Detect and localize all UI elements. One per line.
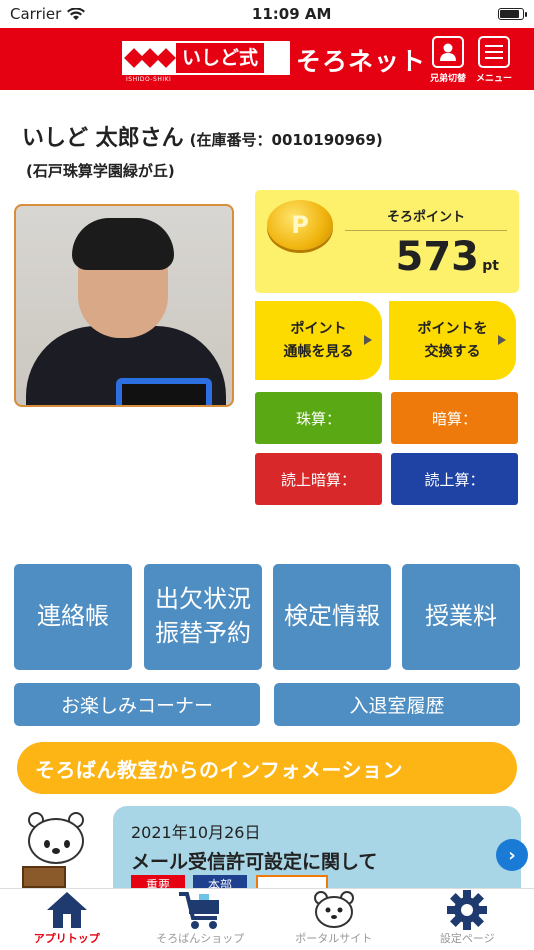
passbook-line1: ポイント <box>290 321 347 338</box>
contact-book-button[interactable]: 連絡帳 <box>14 564 132 670</box>
attendance-button[interactable]: 出欠状況 振替予約 <box>144 564 262 670</box>
bear-mascot <box>16 808 94 888</box>
student-info: いしど 太郎さん (在庫番号：0010190969) (石戸珠算学園緑が丘) <box>0 90 534 181</box>
wifi-icon <box>67 7 86 20</box>
student-photo <box>14 204 234 407</box>
battery-icon <box>497 8 527 20</box>
attendance-line1: 出欠状況 <box>155 585 251 614</box>
tab-app-top[interactable]: アプリトップ <box>0 889 134 950</box>
exchange-points-button[interactable]: ポイントを 交換する <box>389 301 516 380</box>
status-bar: Carrier 11:09 AM <box>0 0 534 28</box>
news-date: 2021年10月26日 <box>131 823 261 842</box>
menu-label: メニュー <box>475 74 512 84</box>
gear-icon <box>447 890 488 930</box>
exam-info-button[interactable]: 検定情報 <box>273 564 391 670</box>
news-item[interactable]: 2021年10月26日 メール受信許可設定に関して 重要 本部 <box>113 806 521 896</box>
app-header: いしど式 ISHIDO-SHIKI そろネット 兄弟切替 メニュー <box>0 28 534 90</box>
student-number: (在庫番号：0010190969) <box>189 131 383 149</box>
tab-settings-label: 設定ページ <box>439 932 495 945</box>
exchange-line2: 交換する <box>424 343 481 360</box>
points-label: そろポイント <box>345 206 507 231</box>
brand-logo: いしど式 ISHIDO-SHIKI <box>122 41 290 83</box>
points-card: P そろポイント 573 pt <box>255 190 519 293</box>
points-value: 573 <box>395 234 480 280</box>
tab-portal-label: ポータルサイト <box>295 932 373 945</box>
news-title: メール受信許可設定に関して <box>131 851 378 873</box>
fun-corner-button[interactable]: お楽しみコーナー <box>14 683 260 726</box>
skill-soroban-label: 珠算： <box>295 409 341 428</box>
chevron-right-icon[interactable]: › <box>496 839 528 871</box>
attendance-line2: 振替予約 <box>155 619 251 647</box>
student-name-line: いしど 太郎さん (在庫番号：0010190969) <box>22 120 512 152</box>
sibling-switch-label: 兄弟切替 <box>429 74 466 84</box>
clock: 11:09 AM <box>251 5 332 23</box>
app-title: そろネット <box>296 47 427 76</box>
entry-history-label: 入退室履歴 <box>349 695 445 717</box>
logo-marks <box>124 48 176 68</box>
carrier-label: Carrier <box>10 5 62 23</box>
exam-info-label: 検定情報 <box>284 602 380 631</box>
entry-history-button[interactable]: 入退室履歴 <box>274 683 520 726</box>
skill-readout-label: 読上算： <box>424 470 485 489</box>
skill-anzan-label: 暗算： <box>431 409 477 428</box>
logo-subtext: ISHIDO-SHIKI <box>126 76 172 83</box>
fun-corner-label: お楽しみコーナー <box>60 695 213 717</box>
tab-bar: アプリトップ そろばんショップ ポータルサイト 設定ページ <box>0 888 534 950</box>
tab-settings[interactable]: 設定ページ <box>401 889 534 950</box>
exchange-line1: ポイントを <box>417 321 488 338</box>
person-icon <box>440 43 456 61</box>
coin-icon: P <box>267 200 333 250</box>
tab-shop-label: そろばんショップ <box>156 932 245 945</box>
bear-icon <box>313 891 354 928</box>
student-name: いしど 太郎さん <box>22 126 184 151</box>
play-arrow-icon <box>498 335 506 345</box>
play-arrow-icon <box>364 335 372 345</box>
tab-app-top-label: アプリトップ <box>33 932 100 945</box>
school-name: (石戸珠算学園緑が丘) <box>26 162 175 180</box>
points-unit: pt <box>482 258 499 274</box>
tab-portal[interactable]: ポータルサイト <box>267 889 401 950</box>
cart-icon <box>179 892 220 929</box>
info-heading: そろばん教室からのインフォメーション <box>17 742 517 794</box>
skill-readout-anzan-label: 読上暗算： <box>280 470 356 489</box>
logo-text: いしど式 <box>176 43 265 73</box>
menu-button[interactable]: メニュー <box>470 36 518 84</box>
sibling-switch-button[interactable]: 兄弟切替 <box>424 36 472 84</box>
tuition-label: 授業料 <box>425 602 497 631</box>
tuition-button[interactable]: 授業料 <box>402 564 520 670</box>
skill-soroban: 珠算： <box>255 392 382 444</box>
passbook-line2: 通帳を見る <box>283 343 354 360</box>
skill-readout: 読上算： <box>391 453 518 505</box>
skill-anzan: 暗算： <box>391 392 518 444</box>
skill-readout-anzan: 読上暗算： <box>255 453 382 505</box>
home-icon <box>46 892 87 928</box>
tab-shop[interactable]: そろばんショップ <box>134 889 268 950</box>
view-points-passbook-button[interactable]: ポイント 通帳を見る <box>255 301 382 380</box>
contact-book-label: 連絡帳 <box>37 602 109 631</box>
hamburger-icon <box>485 45 503 59</box>
